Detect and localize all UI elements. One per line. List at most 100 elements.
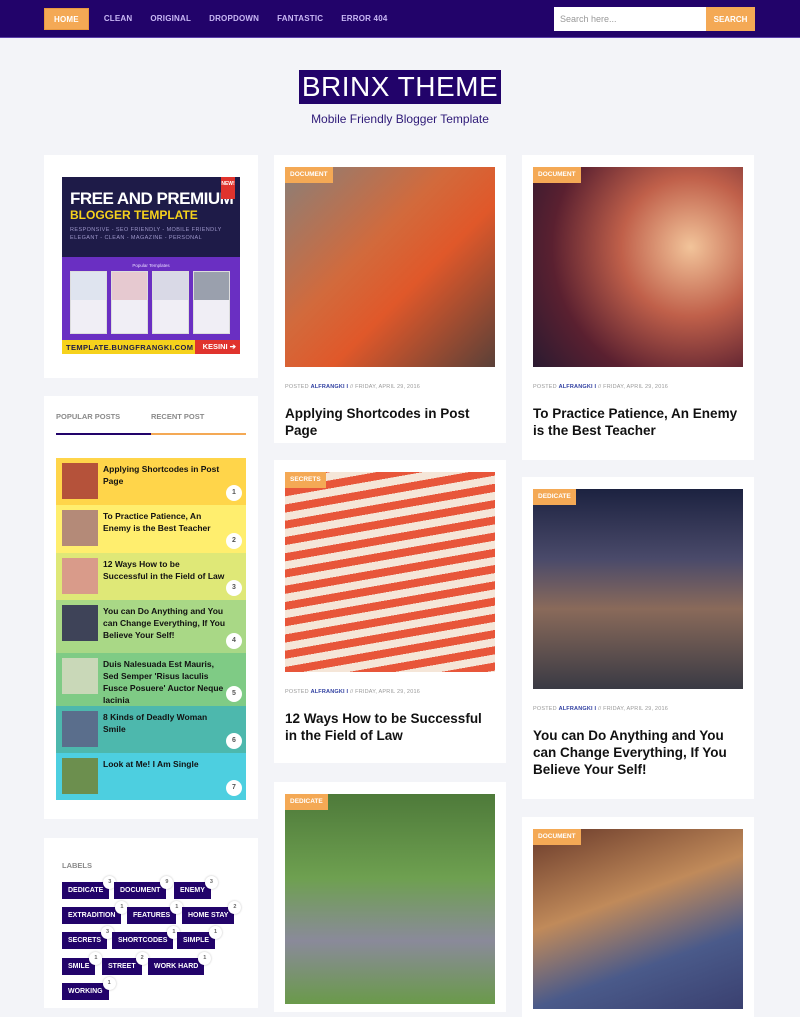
popular-post-title[interactable]: 8 Kinds of Deadly Woman Smile	[103, 711, 246, 735]
label-tag[interactable]: STREET 2	[102, 952, 149, 975]
post-category-tag[interactable]: DEDICATE	[533, 489, 576, 505]
popular-post-item[interactable]: Duis Nalesuada Est Mauris, Sed Semper 'R…	[56, 653, 246, 706]
label-name[interactable]: SIMPLE	[183, 937, 209, 944]
nav-dropdown[interactable]: DROPDOWN	[200, 8, 268, 30]
label-tag[interactable]: EXTRADITION 1	[62, 901, 129, 924]
post-meta-prefix: POSTED	[533, 384, 557, 390]
template-thumb	[193, 271, 230, 334]
popular-post-thumbnail[interactable]	[62, 758, 98, 794]
post-author[interactable]: ALFRANGKI I	[311, 384, 349, 390]
ad-banner[interactable]: FREE AND PREMIUM BLOGGER TEMPLATE RESPON…	[62, 177, 240, 354]
post-meta: POSTED ALFRANGKI I // FRIDAY, APRIL 29, …	[285, 384, 420, 390]
popular-post-rank: 3	[226, 580, 242, 596]
search-input[interactable]	[554, 7, 706, 31]
nav-original[interactable]: ORIGINAL	[141, 8, 200, 30]
post-title[interactable]: 12 Ways How to be Successful in the Fiel…	[285, 710, 495, 744]
label-name[interactable]: WORK HARD	[154, 963, 198, 970]
label-name[interactable]: EXTRADITION	[68, 912, 115, 919]
popular-post-item[interactable]: To Practice Patience, An Enemy is the Be…	[56, 505, 246, 553]
tab-indicator-inactive	[151, 433, 246, 435]
popular-post-rank: 5	[226, 686, 242, 702]
label-name[interactable]: SECRETS	[68, 937, 101, 944]
post-title[interactable]: You can Do Anything and You can Change E…	[533, 727, 743, 778]
site-title[interactable]: BRINX THEME	[298, 70, 502, 104]
post-thumbnail[interactable]: DOCUMENT	[533, 829, 743, 1009]
label-name[interactable]: DEDICATE	[68, 887, 103, 894]
tab-popular-posts[interactable]: POPULAR POSTS	[56, 412, 120, 421]
nav-home[interactable]: HOME	[44, 8, 89, 30]
post-thumbnail[interactable]: DEDICATE	[285, 794, 495, 1004]
label-name[interactable]: DOCUMENT	[120, 887, 160, 894]
post-title[interactable]: Applying Shortcodes in Post Page	[285, 405, 495, 439]
label-name[interactable]: WORKING	[68, 988, 103, 995]
popular-post-thumbnail[interactable]	[62, 605, 98, 641]
post-category-tag[interactable]: DOCUMENT	[533, 167, 581, 183]
post-category-tag[interactable]: SECRETS	[285, 472, 326, 488]
popular-post-rank: 2	[226, 533, 242, 549]
label-name[interactable]: STREET	[108, 963, 136, 970]
search-button[interactable]: SEARCH	[706, 7, 755, 31]
popular-post-title[interactable]: To Practice Patience, An Enemy is the Be…	[103, 510, 246, 534]
popular-post-rank: 6	[226, 733, 242, 749]
tab-indicator-active	[56, 433, 151, 435]
label-count: 3	[204, 876, 218, 889]
post-date: // FRIDAY, APRIL 29, 2016	[349, 689, 420, 695]
popular-post-thumbnail[interactable]	[62, 658, 98, 694]
popular-post-rank: 4	[226, 633, 242, 649]
post-thumbnail[interactable]: DOCUMENT	[533, 167, 743, 367]
post-category-tag[interactable]: DEDICATE	[285, 794, 328, 810]
label-name[interactable]: SHORTCODES	[118, 937, 167, 944]
label-tag[interactable]: HOME STAY 2	[182, 901, 242, 924]
nav-clean[interactable]: CLEAN	[95, 8, 142, 30]
label-tag[interactable]: SHORTCODES 1	[112, 926, 181, 949]
popular-post-thumbnail[interactable]	[62, 463, 98, 499]
popular-post-item[interactable]: 8 Kinds of Deadly Woman Smile 6	[56, 706, 246, 753]
post-author[interactable]: ALFRANGKI I	[559, 706, 597, 712]
post-thumbnail[interactable]: SECRETS	[285, 472, 495, 672]
popular-post-item[interactable]: You can Do Anything and You can Change E…	[56, 600, 246, 653]
popular-post-item[interactable]: 12 Ways How to be Successful in the Fiel…	[56, 553, 246, 600]
popular-post-title[interactable]: Applying Shortcodes in Post Page	[103, 463, 246, 487]
post-meta: POSTED ALFRANGKI I // FRIDAY, APRIL 29, …	[533, 384, 668, 390]
label-tag[interactable]: ENEMY 3	[174, 876, 218, 899]
tab-recent-post[interactable]: RECENT POST	[151, 412, 204, 421]
label-name[interactable]: FEATURES	[133, 912, 170, 919]
popular-post-title[interactable]: 12 Ways How to be Successful in the Fiel…	[103, 558, 246, 582]
label-tag[interactable]: WORK HARD 1	[148, 952, 212, 975]
post-title[interactable]: To Practice Patience, An Enemy is the Be…	[533, 405, 743, 439]
post-author[interactable]: ALFRANGKI I	[559, 384, 597, 390]
label-tag[interactable]: SIMPLE 1	[177, 926, 223, 949]
nav-fantastic[interactable]: FANTASTIC	[268, 8, 332, 30]
top-navbar: HOME CLEAN ORIGINAL DROPDOWN FANTASTIC E…	[0, 0, 800, 38]
label-name[interactable]: SMILE	[68, 963, 89, 970]
new-ribbon: NEW!	[221, 177, 235, 199]
post-thumbnail[interactable]: DEDICATE	[533, 489, 743, 689]
label-count: 1	[209, 926, 223, 939]
post-category-tag[interactable]: DOCUMENT	[533, 829, 581, 845]
popular-post-item[interactable]: Applying Shortcodes in Post Page 1	[56, 458, 246, 505]
label-name[interactable]: ENEMY	[180, 887, 205, 894]
post-category-tag[interactable]: DOCUMENT	[285, 167, 333, 183]
popular-post-thumbnail[interactable]	[62, 510, 98, 546]
post-meta: POSTED ALFRANGKI I // FRIDAY, APRIL 29, …	[533, 706, 668, 712]
label-tag[interactable]: DOCUMENT 9	[114, 876, 174, 899]
popular-post-title[interactable]: You can Do Anything and You can Change E…	[103, 605, 246, 641]
label-tag[interactable]: WORKING 1	[62, 977, 116, 1000]
label-name[interactable]: HOME STAY	[188, 912, 228, 919]
popular-post-thumbnail[interactable]	[62, 711, 98, 747]
popular-post-title[interactable]: Look at Me! I Am Single	[103, 758, 246, 770]
label-tag[interactable]: DEDICATE 3	[62, 876, 117, 899]
popular-post-rank: 7	[226, 780, 242, 796]
nav-error-404[interactable]: ERROR 404	[332, 8, 396, 30]
label-tag[interactable]: SECRETS 3	[62, 926, 115, 949]
label-tag[interactable]: FEATURES 1	[127, 901, 184, 924]
popular-post-title[interactable]: Duis Nalesuada Est Mauris, Sed Semper 'R…	[103, 658, 246, 706]
popular-post-item[interactable]: Look at Me! I Am Single 7	[56, 753, 246, 800]
post-author[interactable]: ALFRANGKI I	[311, 689, 349, 695]
label-tag[interactable]: SMILE 1	[62, 952, 103, 975]
banner-cta[interactable]: KESINI ➔	[194, 340, 240, 354]
search-form: SEARCH	[554, 7, 755, 31]
popular-post-thumbnail[interactable]	[62, 558, 98, 594]
post-date: // FRIDAY, APRIL 29, 2016	[349, 384, 420, 390]
post-thumbnail[interactable]: DOCUMENT	[285, 167, 495, 367]
